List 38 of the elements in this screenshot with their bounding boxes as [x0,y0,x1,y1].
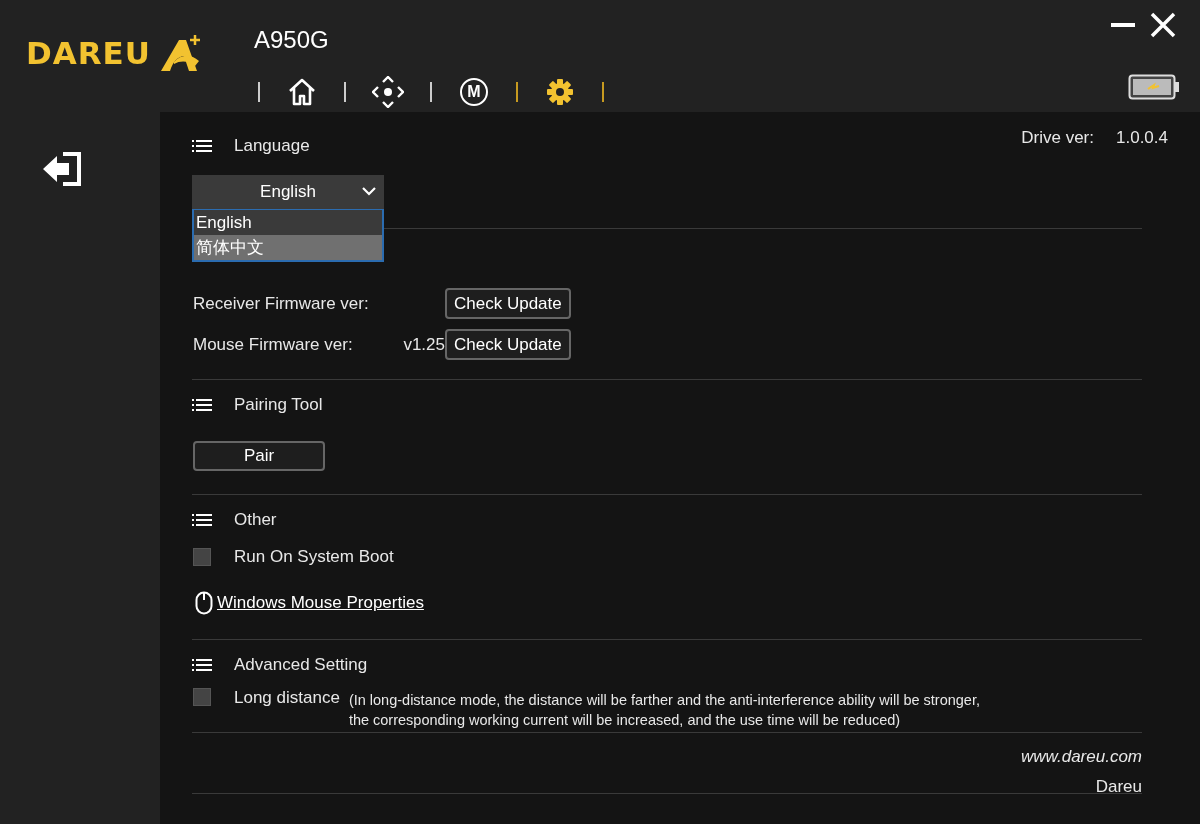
dropdown-option[interactable]: 简体中文 [194,235,382,260]
drive-version-value: 1.0.0.4 [1116,128,1168,148]
windows-mouse-properties-link[interactable]: Windows Mouse Properties [217,593,424,613]
list-icon [192,140,212,152]
check-update-button[interactable]: Check Update [445,288,571,319]
direction-pad-icon [372,76,404,108]
minimize-icon [1111,23,1135,27]
mouse-icon [195,591,213,615]
chevron-down-icon [362,187,376,196]
brand-text: Dareu [1095,777,1142,797]
list-icon [192,514,212,526]
firmware-version: v1.25 [403,334,445,354]
checkbox[interactable] [193,688,211,706]
list-icon [192,659,212,671]
logo-mark-icon [158,34,203,72]
model-name: A950G [254,26,330,55]
website-text: www.dareu.com [1021,747,1142,767]
language-dropdown[interactable]: English [192,175,384,209]
checkbox[interactable] [193,548,211,566]
home-icon [287,77,317,107]
checkbox-label: Long distance [234,688,340,708]
list-icon [192,399,212,411]
long-distance-note: (In long-distance mode, the distance will be farther and the anti-interference ability will be stronger, the corresponding working current will be increased, and the use time will be reduced) [348,691,980,730]
logo-text: DAREU [26,35,151,71]
checkbox-label: Run On System Boot [234,547,394,567]
pair-button[interactable]: Pair [193,441,325,471]
check-update-button[interactable]: Check Update [445,329,571,360]
close-button[interactable] [1150,12,1176,38]
drive-version-label: Drive ver: [1021,128,1094,148]
firmware-label: Mouse Firmware ver: [192,334,354,355]
battery-charging-icon [1128,74,1180,100]
section-heading: Language [234,136,310,156]
section-heading: Pairing Tool [234,395,323,415]
close-icon [1150,12,1176,38]
macro-tab[interactable]: M [436,72,512,112]
firmware-label: Receiver Firmware ver: [192,293,370,314]
section-heading: Other [234,510,277,530]
section-heading: Advanced Setting [234,655,368,675]
